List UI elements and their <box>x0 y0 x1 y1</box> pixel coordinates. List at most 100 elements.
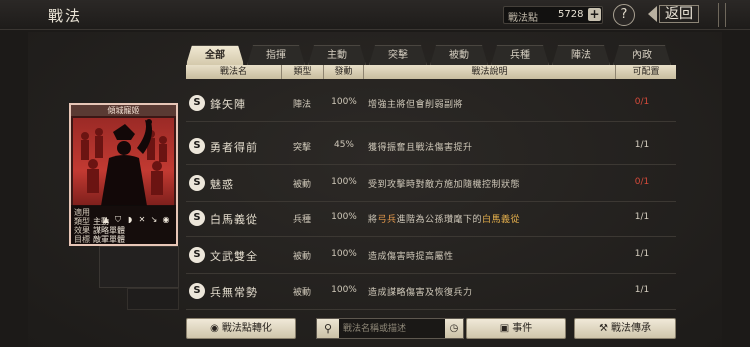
stacked-card-back <box>99 246 179 288</box>
tactic-description: 受到攻擊時對敵方施加隨機控制狀態 <box>368 180 521 190</box>
desc-text: 將 <box>368 215 378 225</box>
s-rank-badge: S <box>189 283 205 299</box>
tab-passive[interactable]: 被動 <box>430 45 488 65</box>
tactic-name: 勇者得前 <box>210 141 258 154</box>
tactic-type: 被動 <box>292 180 311 190</box>
search-input[interactable] <box>343 321 439 336</box>
search-box: ⚲ ◷ <box>316 318 464 339</box>
tactic-config-count: 1/1 <box>634 285 650 295</box>
tactic-config-count: 1/1 <box>634 140 650 150</box>
tactic-config-count: 0/1 <box>634 97 650 107</box>
top-bar: 戰法 戰法點 5728 + ? 返回 <box>0 0 750 30</box>
category-tabs: 全部 指揮 主動 突擊 被動 兵種 陣法 內政 <box>186 45 676 65</box>
card-title: 傾城寵姬 <box>107 106 140 115</box>
tactic-type: 兵種 <box>292 215 311 225</box>
tactic-rate: 45% <box>333 140 354 150</box>
s-rank-badge: S <box>189 138 205 154</box>
convert-points-label: 戰法點轉化 <box>221 323 272 334</box>
tactic-config-count: 1/1 <box>634 212 650 222</box>
bow-icon: ◗ <box>127 215 133 224</box>
table-row[interactable]: S 白馬義從 兵種 100% 將弓兵進階為公孫瓚麾下的白馬義從 1/1 <box>186 201 676 237</box>
tactic-points-label: 戰法點 <box>508 13 538 24</box>
search-icon[interactable]: ⚲ <box>317 319 339 338</box>
event-icon: ▣ <box>499 323 510 334</box>
hammer-icon: ⚒ <box>599 323 608 334</box>
add-points-button[interactable]: + <box>588 8 601 21</box>
sword-icon: ↘ <box>150 215 158 224</box>
column-header-type[interactable]: 類型 <box>282 65 324 79</box>
circle-target-icon: ◉ <box>162 215 170 224</box>
tab-formation[interactable]: 陣法 <box>552 45 610 65</box>
page-title: 戰法 <box>48 7 83 25</box>
tactic-name: 鋒矢陣 <box>210 98 246 111</box>
card-line-key: 目標 <box>74 235 90 244</box>
tab-active[interactable]: 主動 <box>308 45 366 65</box>
tactic-rate: 100% <box>331 249 357 259</box>
convert-icon: ◉ <box>210 323 219 334</box>
tactic-description: 獲得振奮且戰法傷害提升 <box>368 143 473 153</box>
tactic-description: 造成傷害時提高屬性 <box>368 252 454 262</box>
column-header-rate[interactable]: 發動 <box>324 65 364 79</box>
tab-command[interactable]: 指揮 <box>247 45 305 65</box>
s-rank-badge: S <box>189 95 205 111</box>
tactic-description: 造成謀略傷害及恢復兵力 <box>368 288 473 298</box>
tactic-name: 魅惑 <box>210 178 234 191</box>
column-header-description: 戰法說明 <box>364 65 616 79</box>
tab-assault[interactable]: 突擊 <box>369 45 427 65</box>
card-artwork <box>73 118 174 206</box>
s-rank-badge: S <box>189 247 205 263</box>
table-header: 戰法名 類型 發動 戰法說明 可配置 <box>186 65 676 79</box>
tab-troop[interactable]: 兵種 <box>491 45 549 65</box>
table-row[interactable]: S 魅惑 被動 100% 受到攻擊時對敵方施加隨機控制狀態 0/1 <box>186 166 676 202</box>
card-art-figures <box>81 119 167 206</box>
table-row[interactable]: S 兵無常勢 被動 100% 造成謀略傷害及恢復兵力 1/1 <box>186 274 676 310</box>
tactic-type: 被動 <box>292 252 311 262</box>
selected-tactic-card[interactable]: 傾城寵姬 適用 ▲ ⛉ ◗ ✕ ↘ ◉ 類型 主動 效果 謀略單體 目標 敵軍單… <box>69 103 178 246</box>
event-button[interactable]: ▣ 事件 <box>466 318 566 339</box>
tactic-rate: 100% <box>331 212 357 222</box>
card-applicable-icons: ▲ ⛉ ◗ ✕ ↘ ◉ <box>101 207 173 224</box>
tactic-type: 突擊 <box>292 143 311 153</box>
tab-internal[interactable]: 內政 <box>613 45 671 65</box>
stacked-card-back <box>127 288 179 310</box>
inherit-tactic-label: 戰法傳承 <box>610 323 651 334</box>
tactic-config-count: 1/1 <box>634 249 650 259</box>
shield-icon: ⛉ <box>115 215 121 224</box>
tactic-config-count: 0/1 <box>634 177 650 187</box>
tactic-type: 被動 <box>292 288 311 298</box>
desc-highlight-troop: 弓兵 <box>377 215 397 225</box>
desc-highlight-unit: 白馬義從 <box>482 215 521 225</box>
tactic-name: 文武雙全 <box>210 250 258 263</box>
table-row[interactable]: S 勇者得前 突擊 45% 獲得振奮且戰法傷害提升 1/1 <box>186 129 676 165</box>
tactic-name: 白馬義從 <box>210 213 258 226</box>
convert-points-button[interactable]: ◉ 戰法點轉化 <box>186 318 296 339</box>
tactic-name: 兵無常勢 <box>210 286 258 299</box>
table-row[interactable]: S 鋒矢陣 陣法 100% 增強主將但會削弱副將 0/1 <box>186 86 676 122</box>
header-edge-ornament <box>718 3 726 27</box>
card-title-band: 傾城寵姬 <box>71 105 176 116</box>
crossed-spears-icon: ✕ <box>138 215 146 224</box>
back-button[interactable]: 返回 <box>648 5 708 25</box>
clock-icon[interactable]: ◷ <box>445 319 463 338</box>
help-button[interactable]: ? <box>613 4 635 26</box>
column-header-name[interactable]: 戰法名 <box>186 65 282 79</box>
tab-all[interactable]: 全部 <box>186 45 244 65</box>
event-label: 事件 <box>512 323 533 334</box>
column-header-config[interactable]: 可配置 <box>616 65 676 79</box>
s-rank-badge: S <box>189 175 205 191</box>
back-arrow-icon <box>648 6 657 22</box>
card-info: 適用 ▲ ⛉ ◗ ✕ ↘ ◉ 類型 主動 效果 謀略單體 目標 敵軍單體 <box>71 205 176 244</box>
s-rank-badge: S <box>189 210 205 226</box>
tactic-description: 將弓兵進階為公孫瓚麾下的白馬義從 <box>368 212 520 225</box>
tactic-rate: 100% <box>331 285 357 295</box>
card-line-target: 目標 敵軍單體 <box>74 234 125 244</box>
inherit-tactic-button[interactable]: ⚒ 戰法傳承 <box>574 318 676 339</box>
tactic-type: 陣法 <box>292 100 311 110</box>
desc-text: 進階為公孫瓚麾下的 <box>396 215 483 225</box>
tactic-points-value: 5728 <box>558 9 584 20</box>
table-row[interactable]: S 文武雙全 被動 100% 造成傷害時提高屬性 1/1 <box>186 238 676 274</box>
tactic-rate: 100% <box>331 97 357 107</box>
tactic-description: 增強主將但會削弱副將 <box>368 100 464 110</box>
tactic-rate: 100% <box>331 177 357 187</box>
card-line-value: 敵軍單體 <box>93 235 125 244</box>
